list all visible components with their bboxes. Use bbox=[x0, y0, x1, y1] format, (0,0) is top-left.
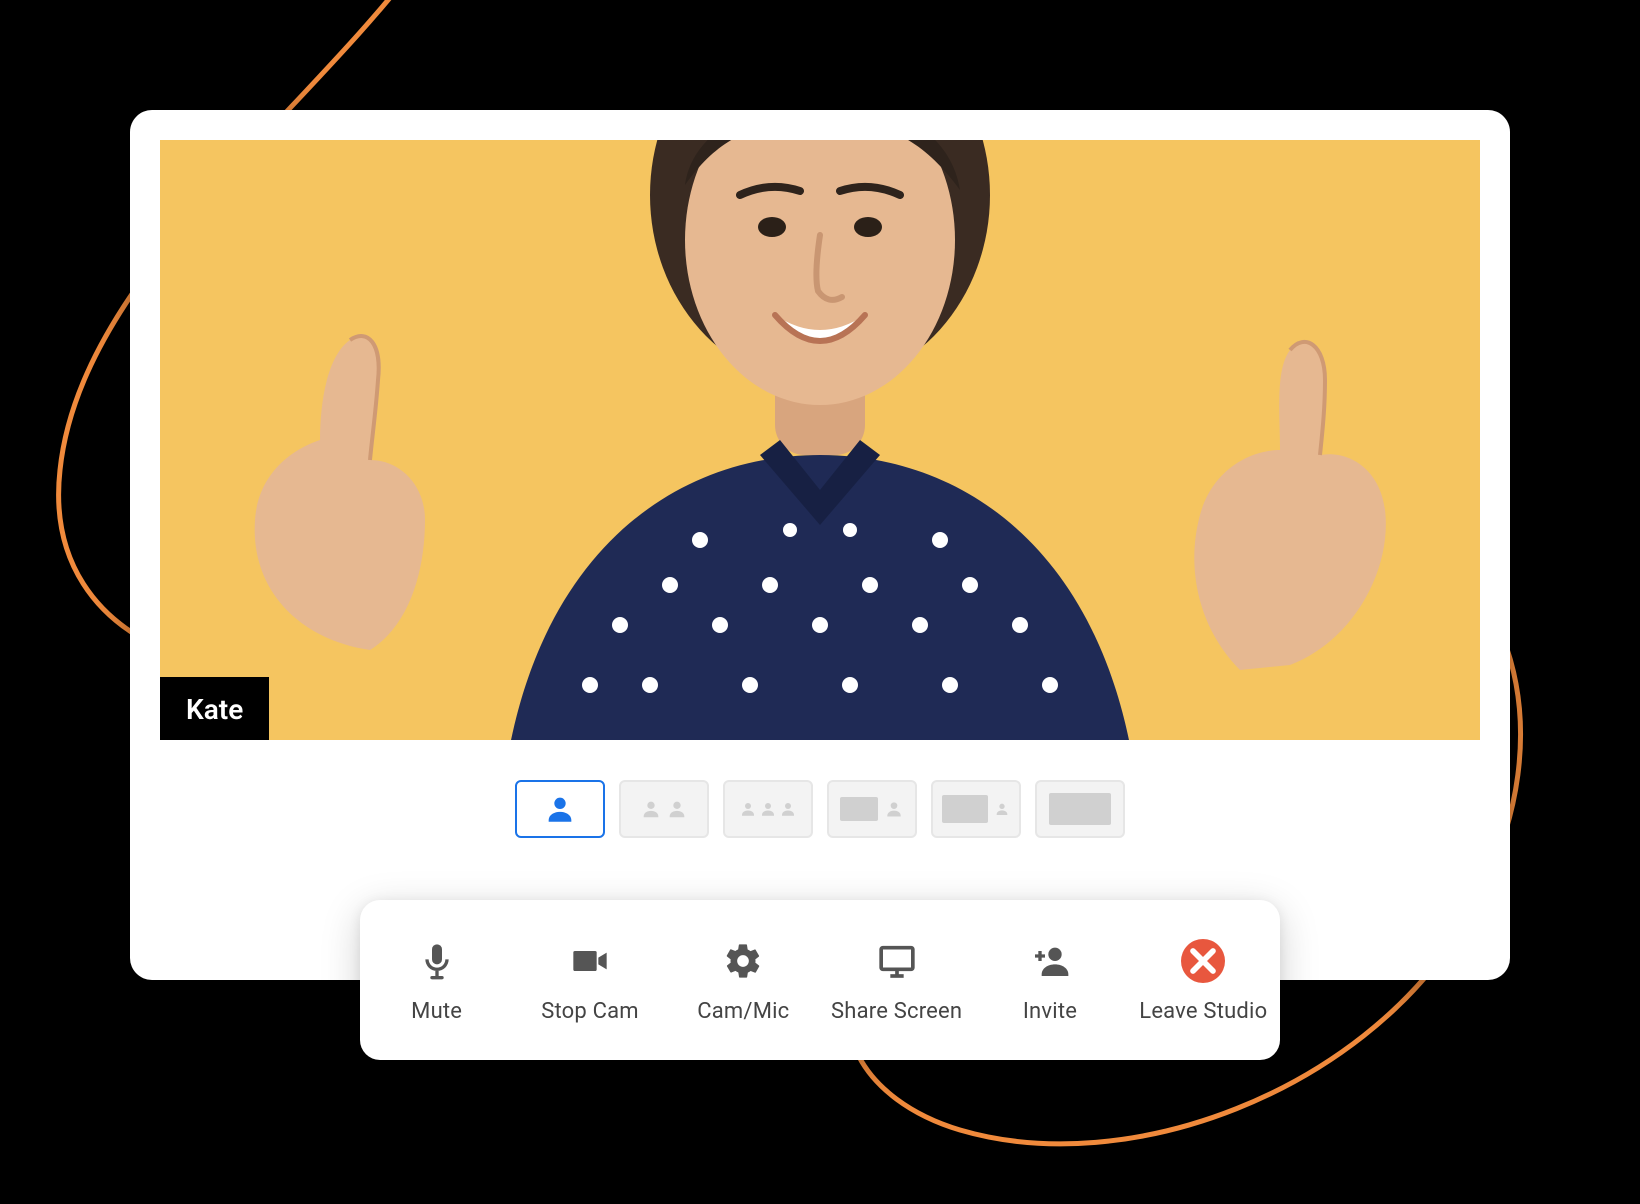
layout-two-up[interactable] bbox=[619, 780, 709, 838]
leave-studio-button[interactable]: Leave Studio bbox=[1127, 900, 1280, 1060]
invite-icon bbox=[1030, 941, 1070, 981]
share-screen-label: Share Screen bbox=[831, 999, 962, 1024]
invite-button[interactable]: Invite bbox=[973, 900, 1126, 1060]
stop-cam-label: Stop Cam bbox=[541, 999, 639, 1024]
mute-button[interactable]: Mute bbox=[360, 900, 513, 1060]
camera-icon bbox=[570, 941, 610, 981]
cam-mic-button[interactable]: Cam/Mic bbox=[667, 900, 820, 1060]
screen-icon bbox=[877, 941, 917, 981]
invite-label: Invite bbox=[1023, 999, 1077, 1024]
gear-icon bbox=[723, 941, 763, 981]
share-screen-button[interactable]: Share Screen bbox=[820, 900, 973, 1060]
layout-screen-large-speaker[interactable] bbox=[931, 780, 1021, 838]
cam-mic-label: Cam/Mic bbox=[697, 999, 789, 1024]
controls-panel: Mute Stop Cam Cam/Mic bbox=[360, 900, 1280, 1060]
close-icon bbox=[1181, 939, 1225, 983]
layout-screen-plus-speaker[interactable] bbox=[827, 780, 917, 838]
microphone-icon bbox=[417, 941, 457, 981]
leave-label: Leave Studio bbox=[1139, 999, 1267, 1024]
mute-label: Mute bbox=[411, 999, 462, 1024]
layout-picker bbox=[160, 780, 1480, 838]
layout-screen-only[interactable] bbox=[1035, 780, 1125, 838]
participant-hand-left bbox=[200, 310, 480, 650]
layout-three-up[interactable] bbox=[723, 780, 813, 838]
stop-cam-button[interactable]: Stop Cam bbox=[513, 900, 666, 1060]
video-stage: Kate bbox=[160, 140, 1480, 740]
participant-name-tag: Kate bbox=[160, 677, 269, 740]
participant-hand-right bbox=[1130, 310, 1430, 670]
participant-name: Kate bbox=[186, 693, 243, 726]
layout-solo[interactable] bbox=[515, 780, 605, 838]
studio-window: Kate bbox=[130, 110, 1510, 980]
